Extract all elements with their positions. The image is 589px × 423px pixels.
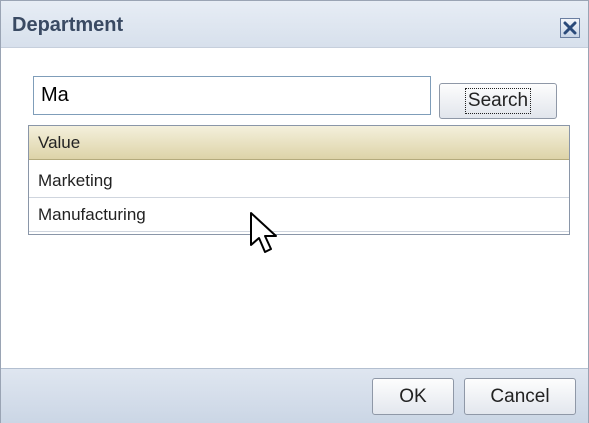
column-header-value[interactable]: Value xyxy=(29,126,569,160)
dialog-title: Department xyxy=(12,14,124,36)
close-button[interactable] xyxy=(560,18,580,38)
table-row[interactable]: Manufacturing xyxy=(29,198,569,232)
search-button[interactable]: Search xyxy=(439,83,557,119)
dialog-titlebar: Department xyxy=(1,1,588,48)
results-table: Value Marketing Manufacturing xyxy=(28,125,570,235)
dialog-footer: OK Cancel xyxy=(1,368,588,423)
search-button-label: Search xyxy=(464,88,532,114)
search-input[interactable] xyxy=(33,76,431,115)
close-icon xyxy=(563,21,577,35)
mouse-pointer-icon xyxy=(250,212,277,253)
ok-button[interactable]: OK xyxy=(372,378,454,415)
department-dialog: Department Search Value Marketing Manufa… xyxy=(0,0,589,423)
cancel-button[interactable]: Cancel xyxy=(464,378,576,415)
table-row[interactable]: Marketing xyxy=(29,164,569,198)
